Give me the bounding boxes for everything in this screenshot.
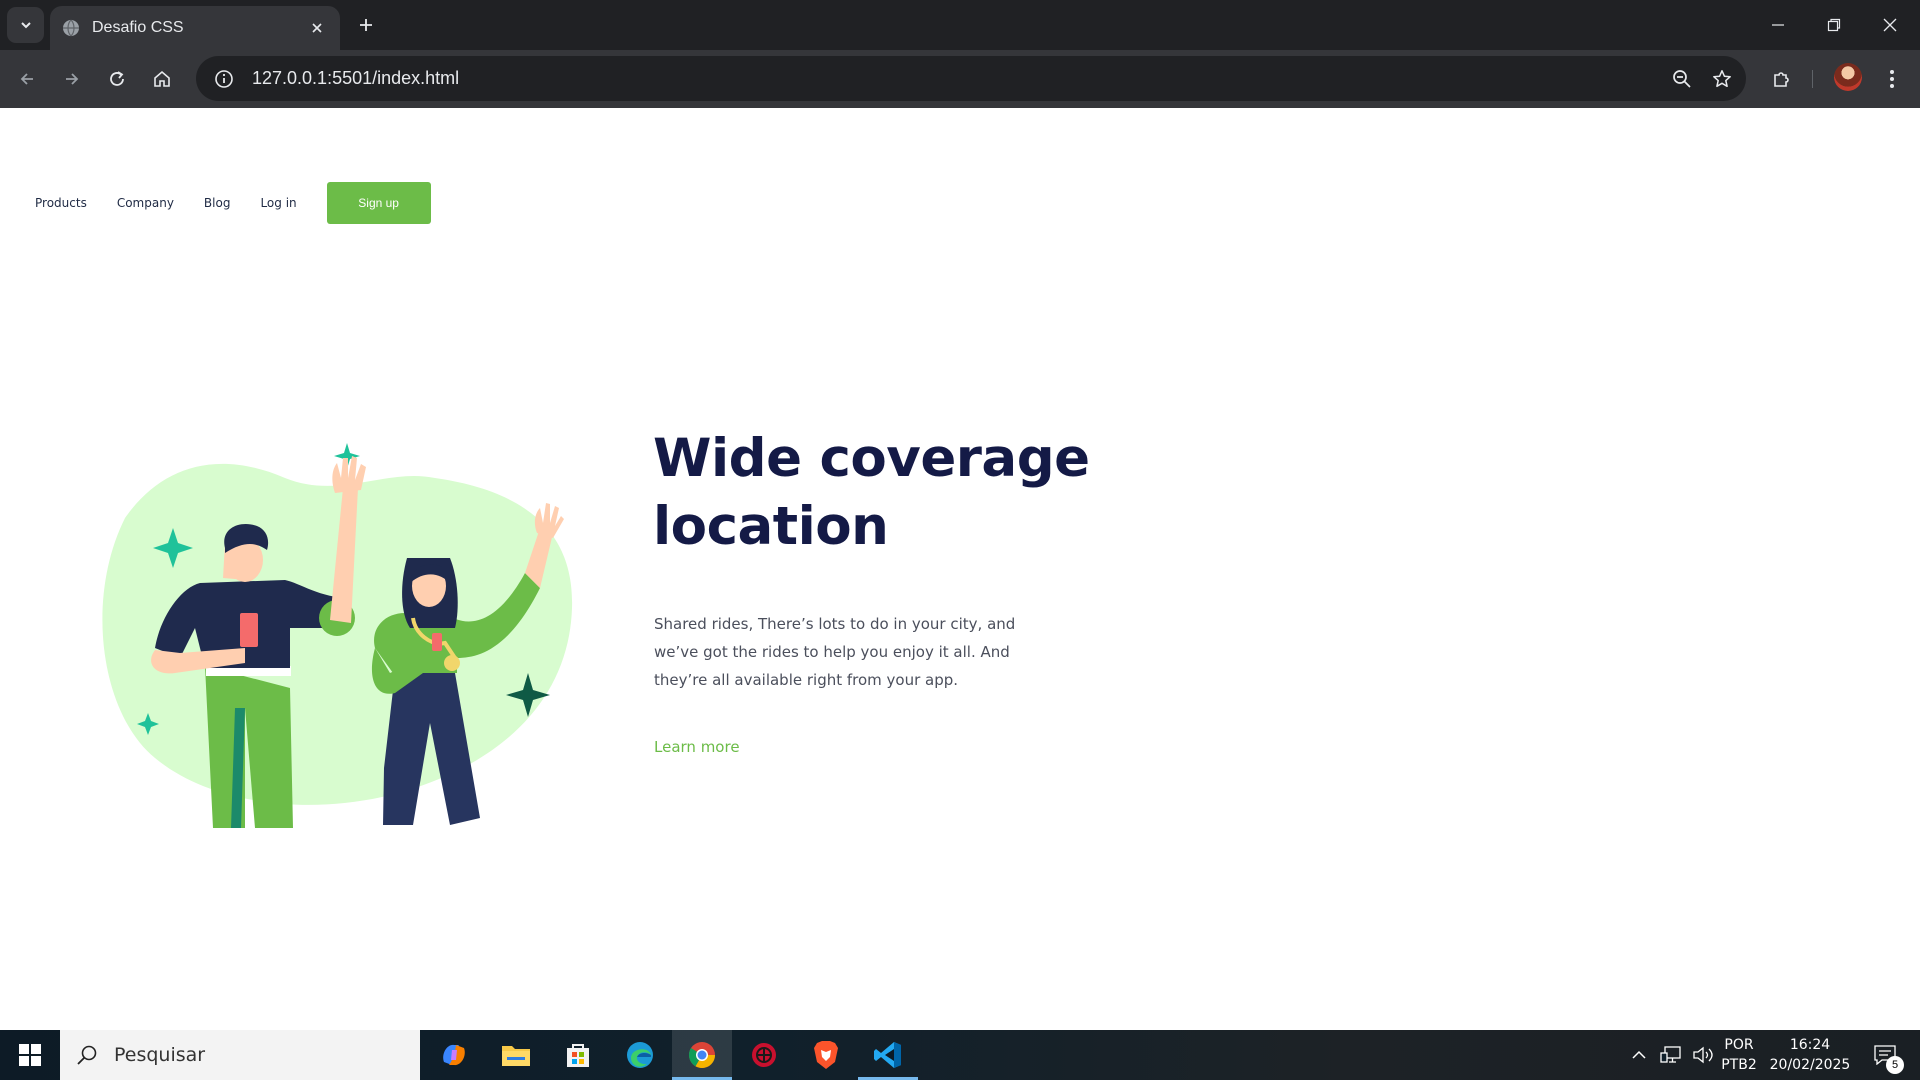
learn-more-link[interactable]: Learn more <box>654 738 740 756</box>
taskbar-app-store[interactable] <box>548 1030 608 1080</box>
page-viewport: Products Company Blog Log in Sign up Wid… <box>0 108 1920 1030</box>
restore-icon <box>1827 18 1841 32</box>
nav-link-login[interactable]: Log in <box>260 196 296 210</box>
taskbar-app-vscode[interactable] <box>858 1030 918 1080</box>
browser-tab-bar: Desafio CSS <box>0 0 1920 50</box>
network-icon <box>1660 1046 1681 1063</box>
hero-illustration <box>102 443 573 828</box>
close-icon <box>312 23 322 33</box>
kebab-menu-icon <box>1890 70 1894 88</box>
hero-description: Shared rides, There’s lots to do in your… <box>654 615 1016 689</box>
nav-link-blog[interactable]: Blog <box>204 196 231 210</box>
vscode-icon <box>874 1042 901 1068</box>
back-button[interactable] <box>11 63 43 95</box>
zoom-button[interactable] <box>1666 63 1698 95</box>
puzzle-icon <box>1774 72 1789 87</box>
browser-toolbar: 127.0.0.1:5501/index.html <box>0 50 1920 108</box>
toolbar-separator <box>1812 70 1813 88</box>
chrome-icon <box>688 1042 716 1069</box>
plus-icon <box>360 19 372 31</box>
minimize-button[interactable] <box>1750 0 1806 50</box>
clock[interactable]: 16:24 20/02/2025 <box>1764 1030 1856 1080</box>
show-hidden-icons-button[interactable] <box>1624 1030 1654 1080</box>
taskbar-search-placeholder: Pesquisar <box>114 1044 206 1066</box>
info-icon <box>215 69 233 88</box>
close-icon <box>1883 18 1897 32</box>
arrow-left-icon <box>20 73 33 85</box>
address-bar[interactable]: 127.0.0.1:5501/index.html <box>196 56 1746 101</box>
taskbar-app-chrome[interactable] <box>672 1030 732 1080</box>
windows-taskbar: Pesquisar POR PTB2 16:24 20/02/2025 <box>0 1030 1920 1080</box>
taskbar-app-security[interactable] <box>734 1030 794 1080</box>
chevron-up-icon <box>1632 1050 1646 1059</box>
extensions-button[interactable] <box>1766 63 1798 95</box>
speaker-icon <box>1693 1046 1713 1064</box>
home-icon <box>154 70 170 87</box>
new-tab-button[interactable] <box>352 11 380 39</box>
start-button[interactable] <box>0 1030 60 1080</box>
tab-title: Desafio CSS <box>92 19 184 36</box>
reload-button[interactable] <box>101 63 133 95</box>
clock-date: 20/02/2025 <box>1769 1057 1851 1073</box>
store-icon <box>567 1044 589 1067</box>
taskbar-app-copilot[interactable] <box>424 1030 484 1080</box>
taskbar-app-brave[interactable] <box>796 1030 856 1080</box>
bookmark-button[interactable] <box>1706 63 1738 95</box>
close-window-button[interactable] <box>1862 0 1918 50</box>
search-icon <box>77 1045 97 1065</box>
hero-title: Wide coverage location <box>653 428 1090 557</box>
brave-icon <box>814 1041 838 1069</box>
star-icon <box>1713 69 1731 87</box>
taskbar-app-file-explorer[interactable] <box>486 1030 546 1080</box>
minimize-icon <box>1772 24 1784 26</box>
language-code: POR <box>1724 1037 1754 1053</box>
tab-search-button[interactable] <box>7 7 44 43</box>
volume-button[interactable] <box>1688 1030 1718 1080</box>
shield-icon <box>752 1043 776 1067</box>
url-text[interactable]: 127.0.0.1:5501/index.html <box>252 68 1666 89</box>
home-button[interactable] <box>146 63 178 95</box>
browser-tab[interactable]: Desafio CSS <box>50 6 340 50</box>
menu-button[interactable] <box>1876 63 1908 95</box>
language-indicator[interactable]: POR PTB2 <box>1718 1030 1760 1080</box>
reload-icon <box>110 71 124 86</box>
folder-icon <box>502 1046 530 1066</box>
clock-time: 16:24 <box>1789 1037 1831 1053</box>
signup-button[interactable]: Sign up <box>326 182 431 224</box>
tab-close-button[interactable] <box>306 17 328 39</box>
profile-avatar[interactable] <box>1834 63 1862 91</box>
forward-button[interactable] <box>56 63 88 95</box>
taskbar-search[interactable]: Pesquisar <box>60 1030 420 1080</box>
network-button[interactable] <box>1656 1030 1686 1080</box>
copilot-icon <box>443 1044 465 1066</box>
globe-icon <box>63 19 79 37</box>
edge-icon <box>627 1042 653 1068</box>
nav-link-company[interactable]: Company <box>117 196 174 210</box>
site-info-button[interactable] <box>210 65 238 93</box>
keyboard-layout: PTB2 <box>1721 1057 1757 1073</box>
nav-link-products[interactable]: Products <box>35 196 87 210</box>
windows-icon <box>19 1044 41 1066</box>
restore-button[interactable] <box>1806 0 1862 50</box>
notification-count-badge: 5 <box>1886 1056 1904 1074</box>
arrow-right-icon <box>66 73 79 85</box>
main-nav: Products Company Blog Log in Sign up <box>35 182 431 224</box>
chevron-down-icon <box>20 22 31 29</box>
zoom-out-icon <box>1673 69 1691 88</box>
taskbar-app-edge[interactable] <box>610 1030 670 1080</box>
